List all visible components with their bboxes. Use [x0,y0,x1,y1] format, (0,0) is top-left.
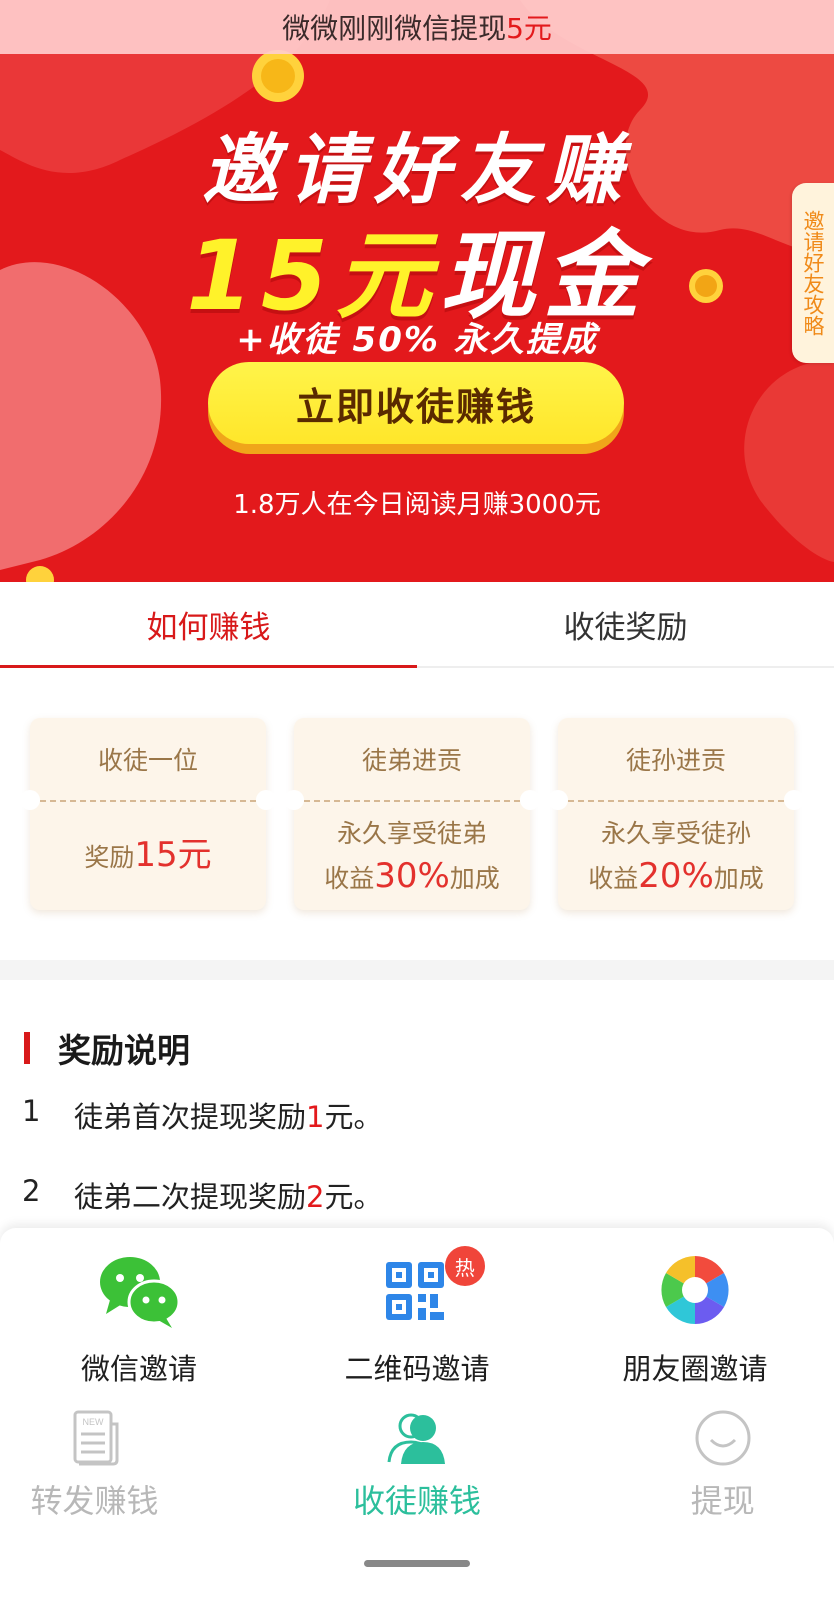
bottom-nav: NEW 转发赚钱 收徒赚钱 提现 [0,1400,834,1520]
nav-withdraw[interactable]: 提现 [556,1400,834,1520]
card-text: 加成 [713,863,764,893]
svg-text:NEW: NEW [82,1417,104,1427]
recruit-now-button[interactable]: 立即收徒赚钱 [208,362,624,444]
card-text: 永久享受徒弟 [336,818,487,848]
section-divider [0,960,834,980]
reward-card-recruit: 收徒一位 奖励15元 [20,718,276,910]
share-qrcode-button[interactable]: 热 二维码邀请 [278,1228,556,1400]
rules-heading: 奖励说明 [24,1028,190,1070]
rule-amount: 2 [306,1180,325,1214]
withdraw-ticker: 微微刚刚微信提现 5元 [0,0,834,54]
home-indicator[interactable] [364,1560,470,1567]
rule-text: 徒弟二次提现奖励 [74,1180,307,1214]
hero-subtitle: +收徒 50% 永久提成 [236,320,598,360]
card-value: 30% [374,855,450,896]
tab-how-to-earn[interactable]: 如何赚钱 [0,582,417,668]
rule-item: 2 徒弟二次提现奖励2元。 [22,1174,382,1216]
ticker-amount: 5元 [506,12,552,45]
rule-number: 2 [22,1174,41,1208]
card-body: 永久享受徒弟 收益30%加成 [294,802,530,910]
wechat-icon [100,1257,181,1328]
rules-title: 奖励说明 [58,1031,190,1070]
hero-banner: 微微刚刚微信提现 5元 邀请好友赚 15元现金 +收徒 50% 永久提成 立即收徒… [0,0,834,582]
nav-label: 转发赚钱 [30,1482,159,1520]
hero-stat-text: 1.8万人在今日阅读月赚3000元 [233,490,601,520]
invite-strategy-tab[interactable]: 邀请好友攻略 [792,183,834,363]
share-panel: 微信邀请 热 二维码邀请 朋友圈邀请 [0,1228,834,1400]
invite-strategy-label: 邀请好友攻略 [801,210,825,336]
card-head: 收徒一位 [97,746,198,775]
rule-text-end: 元。 [324,1100,383,1134]
moments-icon [661,1256,729,1324]
rule-item: 1 徒弟首次提现奖励1元。 [22,1094,382,1136]
card-value: 15元 [134,834,212,875]
rule-amount: 1 [306,1100,325,1134]
user-group-icon [387,1413,445,1464]
rule-text-end: 元。 [324,1180,383,1214]
card-text: 收益 [588,863,639,893]
rule-text: 徒弟首次提现奖励 [74,1100,307,1134]
card-value: 20% [638,855,714,896]
ticker-text: 微微刚刚微信提现 [282,12,507,45]
share-label: 二维码邀请 [344,1352,490,1386]
share-label: 微信邀请 [80,1352,197,1386]
heading-accent-bar [24,1032,30,1064]
card-head: 徒孙进贡 [625,746,726,775]
share-moments-button[interactable]: 朋友圈邀请 [556,1228,834,1400]
card-body: 奖励15元 [30,802,266,910]
tab-bar: 如何赚钱 收徒奖励 [0,582,834,668]
share-wechat-button[interactable]: 微信邀请 [0,1228,278,1400]
tab-recruit-rewards[interactable]: 收徒奖励 [417,582,834,666]
hot-badge: 热 [444,1246,485,1286]
nav-label: 收徒赚钱 [352,1482,481,1520]
share-label: 朋友圈邀请 [622,1352,768,1386]
card-text: 加成 [449,863,500,893]
card-body: 永久享受徒孙 收益20%加成 [558,802,794,910]
smile-icon [695,1410,751,1466]
card-text: 永久享受徒孙 [600,818,751,848]
card-text: 收益 [324,863,375,893]
card-head: 徒弟进贡 [361,746,462,775]
nav-label: 提现 [690,1482,755,1520]
nav-forward-earn[interactable]: NEW 转发赚钱 [0,1400,278,1520]
card-text: 奖励 [84,842,135,872]
news-icon: NEW [73,1410,119,1466]
reward-card-disciple: 徒弟进贡 永久享受徒弟 收益30%加成 [284,718,540,910]
nav-recruit-earn[interactable]: 收徒赚钱 [278,1400,556,1520]
reward-cards: 收徒一位 奖励15元 徒弟进贡 永久享受徒弟 收益30%加成 徒孙进贡 永久享受… [20,718,804,910]
rule-number: 1 [22,1094,41,1128]
reward-card-grand-disciple: 徒孙进贡 永久享受徒孙 收益20%加成 [548,718,804,910]
